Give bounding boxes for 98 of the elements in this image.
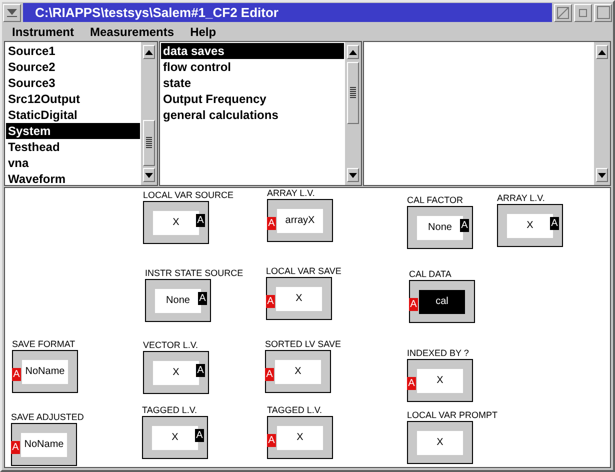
value-field[interactable]: X [417,368,463,392]
list-item[interactable]: Src12Output [6,91,140,107]
list-item[interactable]: StaticDigital [6,107,140,123]
port-marker[interactable]: A [407,377,416,390]
window-menu-icon [7,8,17,16]
port-marker[interactable]: A [409,298,418,311]
port-marker[interactable]: A [11,441,20,454]
block-label: VECTOR L.V. [143,340,198,350]
port-marker[interactable]: A [267,434,276,447]
block-node[interactable]: None A [407,206,473,249]
scroll-down-icon [598,172,606,178]
menu-item[interactable]: Measurements [90,23,174,41]
list-item[interactable]: Source1 [6,43,140,59]
value-field[interactable]: X [277,426,323,450]
value-field[interactable]: X [276,286,322,310]
list-item[interactable]: vna [6,155,140,171]
grip-icon [350,87,356,99]
list-item[interactable]: state [161,75,344,91]
block-node[interactable]: A cal [409,280,475,323]
block-label: TAGGED L.V. [142,405,198,415]
port-marker[interactable]: A [266,295,275,308]
port-marker[interactable]: A [196,364,205,377]
value-field[interactable]: NoName [21,432,67,456]
port-marker[interactable]: A [265,368,274,381]
maximize-button[interactable] [594,4,612,22]
scroll-thumb[interactable] [347,62,359,124]
scroll-up-button[interactable] [347,45,359,59]
block-label: LOCAL VAR SOURCE [143,190,234,200]
list-item[interactable]: Source2 [6,59,140,75]
block-label: SORTED LV SAVE [265,339,342,349]
block-label: INDEXED BY ? [407,348,469,358]
block-label: INSTR STATE SOURCE [145,268,244,278]
window-title: C:\RIAPPS\testsys\Salem#1_CF2 Editor [35,6,278,19]
list-item[interactable]: Output Frequency [161,91,344,107]
block-label: CAL FACTOR [407,195,464,205]
menu-item[interactable]: Instrument [12,23,74,41]
scroll-up-icon [598,50,606,54]
scrollbar[interactable] [345,42,361,185]
list-item[interactable]: general calculations [161,107,344,123]
block-label: SAVE FORMAT [12,339,76,349]
port-marker[interactable]: A [12,368,21,381]
value-field[interactable]: cal [419,290,465,314]
block-label: LOCAL VAR SAVE [266,266,342,276]
grip-icon [146,137,152,149]
block-label: LOCAL VAR PROMPT [407,410,498,420]
scroll-up-icon [349,50,357,54]
minimize-button[interactable] [554,4,572,22]
block-node[interactable]: X A [143,201,209,244]
list-item[interactable]: Waveform [6,171,140,185]
scrollbar[interactable] [141,42,157,185]
block-node[interactable]: A NoName [11,423,77,466]
menu-item[interactable]: Help [190,23,216,41]
value-field[interactable]: arrayX [277,208,323,232]
scroll-down-button[interactable] [596,168,608,182]
block-label: SAVE ADJUSTED [11,412,84,422]
list-item[interactable]: flow control [161,59,344,75]
scroll-thumb[interactable] [143,120,155,166]
value-field[interactable]: X [275,360,321,384]
scroll-up-button[interactable] [143,45,155,59]
block-node[interactable]: X [407,421,473,464]
list-item[interactable]: data saves [161,43,344,59]
port-marker[interactable]: A [460,219,469,232]
window-menu-button[interactable] [3,4,21,22]
scrollbar[interactable] [594,42,610,185]
list-item[interactable]: System [6,123,140,139]
scroll-down-button[interactable] [347,168,359,182]
block-label: ARRAY L.V. [267,188,315,198]
minimize-icon [557,6,569,18]
value-field[interactable]: X [417,430,463,454]
port-marker[interactable]: A [267,217,276,230]
value-field[interactable]: NoName [22,360,68,384]
port-marker[interactable]: A [198,292,207,305]
block-node[interactable]: X A [142,416,208,459]
port-marker[interactable]: A [196,214,205,227]
block-node[interactable]: A X [267,416,333,459]
block-node[interactable]: A arrayX [267,199,333,242]
port-marker[interactable]: A [195,429,204,442]
block-node[interactable]: None A [145,279,211,322]
block-node[interactable]: X A [497,204,563,247]
restore-icon [579,8,587,16]
block-node[interactable]: A NoName [12,350,78,393]
scroll-up-button[interactable] [596,45,608,59]
list-item[interactable]: Testhead [6,139,140,155]
scroll-down-icon [145,172,153,178]
block-label: TAGGED L.V. [267,405,322,415]
scroll-up-icon [145,50,153,54]
maximize-icon [596,6,610,19]
block-label: ARRAY L.V. [497,193,545,203]
block-node[interactable]: A X [265,350,331,393]
list-item[interactable]: Source3 [6,75,140,91]
block-label: CAL DATA [409,269,452,279]
scroll-down-icon [349,172,357,178]
scroll-down-button[interactable] [143,168,155,182]
block-node[interactable]: X A [143,351,209,394]
port-marker[interactable]: A [550,217,559,230]
block-node[interactable]: A X [407,359,473,402]
restore-button[interactable] [574,4,592,22]
block-node[interactable]: A X [266,277,332,320]
